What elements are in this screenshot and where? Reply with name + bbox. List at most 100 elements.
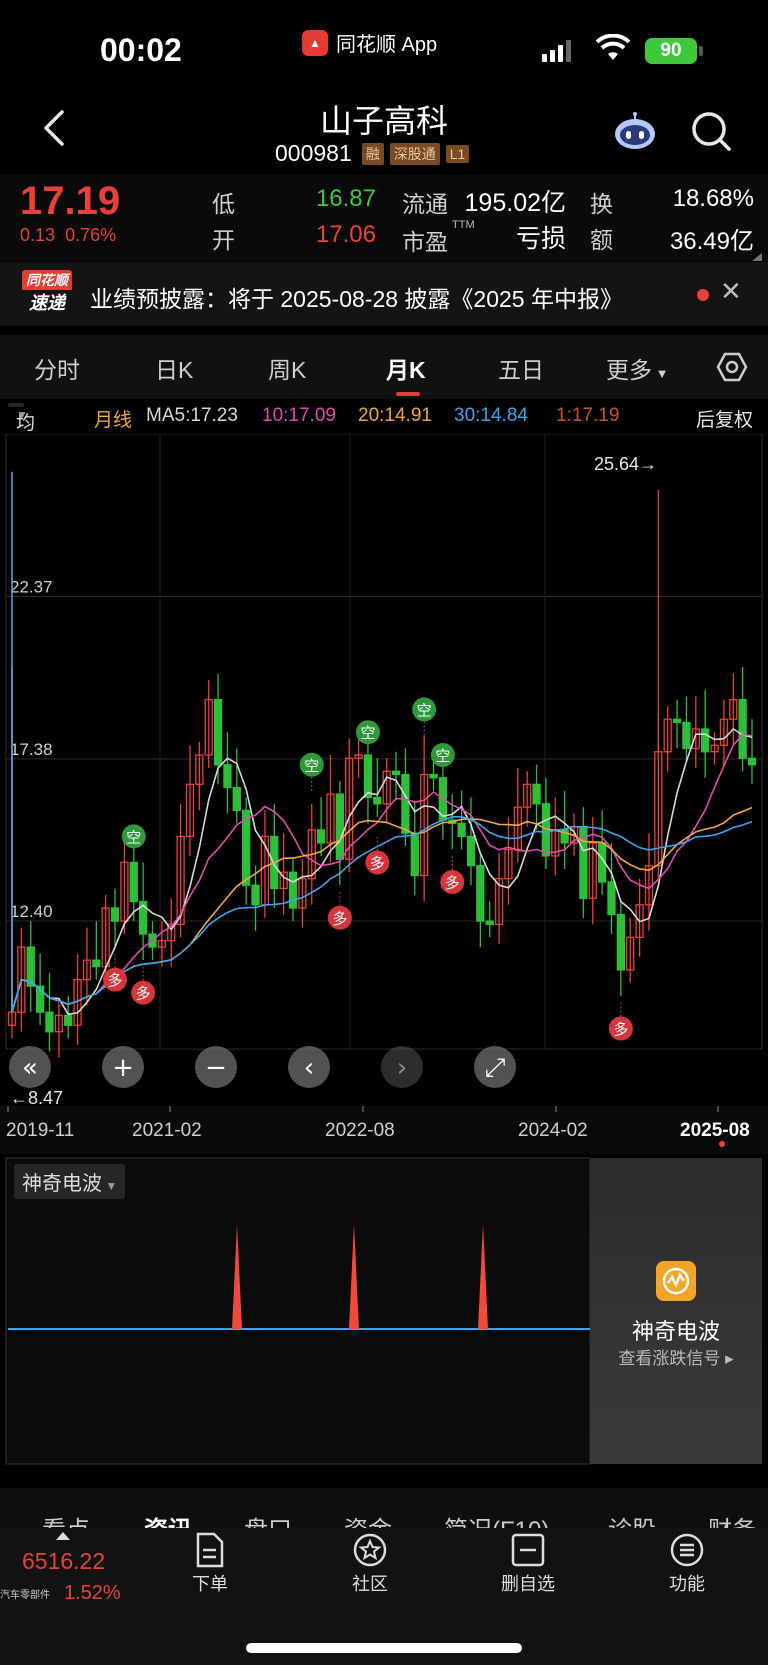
low-label: 低 — [212, 191, 235, 217]
candle-body — [738, 699, 747, 759]
indicator-selector[interactable]: 神奇电波 ▼ — [14, 1164, 126, 1199]
community-label: 社区 — [352, 1574, 388, 1594]
adjust-mode[interactable]: 后复权 — [696, 405, 753, 432]
y-tick-label: 12.40 — [10, 902, 53, 921]
float-label: 流通 — [402, 191, 448, 217]
candle-body — [391, 770, 401, 776]
candle-body — [363, 754, 373, 798]
tab-funds[interactable]: 资金 — [344, 1510, 392, 1528]
tab-f10[interactable]: 简况(F10) — [444, 1510, 549, 1528]
promo-subtitle[interactable]: 查看涨跌信号 ▸ — [590, 1344, 762, 1369]
control-glyph: ‹ — [304, 1053, 314, 1083]
tab-news[interactable]: 资讯 — [144, 1510, 192, 1528]
candle-body — [616, 913, 626, 971]
collapse-left-button[interactable]: « — [9, 1046, 51, 1088]
signal-label: 空 — [360, 724, 375, 742]
x-tick-label: 2021-02 — [132, 1120, 202, 1141]
x-tick-label: 2022-08 — [325, 1120, 395, 1141]
candle-body — [672, 718, 682, 724]
x-tick-label: 2024-02 — [518, 1120, 588, 1141]
news-badge: 同花顺 速递 — [22, 270, 72, 316]
candle-body — [747, 757, 757, 766]
remove-watchlist-button[interactable]: 删自选 — [488, 1532, 568, 1596]
candle-body — [485, 920, 494, 925]
tab-highlights[interactable]: 看点 — [42, 1510, 90, 1528]
stock-header: 山子高科 000981 融 深股通 L1 — [0, 90, 768, 175]
status-time: 00:02 — [100, 32, 182, 68]
signal-label: 多 — [108, 972, 123, 990]
change-value: 0.13 — [20, 225, 56, 245]
candle-body — [401, 773, 410, 834]
control-glyph: « — [22, 1053, 38, 1083]
candle-body — [682, 721, 691, 750]
period-tabs: 分时 日K 周K 月K 五日 更多 ▼ — [0, 335, 768, 399]
signal-label: 空 — [435, 747, 450, 765]
tab-more-label: 更多 — [606, 357, 652, 383]
control-glyph: − — [205, 1053, 227, 1083]
tag-l1[interactable]: L1 — [445, 144, 470, 163]
control-glyph: › — [397, 1053, 407, 1083]
indicator-selector-label: 神奇电波 — [22, 1173, 102, 1195]
candle-body — [373, 796, 382, 805]
news-badge-bottom: 速递 — [29, 293, 65, 313]
menu-circle-icon — [670, 1533, 704, 1567]
settings-hexagon-icon[interactable] — [716, 351, 748, 383]
turnover-label: 换 — [590, 191, 613, 217]
chevron-down-icon: ▼ — [652, 366, 669, 381]
community-button[interactable]: 社区 — [330, 1532, 410, 1596]
zoom-in-button[interactable]: + — [102, 1046, 144, 1088]
tab-five-day[interactable]: 五日 — [498, 351, 544, 385]
tab-daily-k[interactable]: 日K — [155, 351, 193, 385]
tag-margin[interactable]: 融 — [361, 142, 384, 165]
ma-selector[interactable]: 均线 ▼ — [8, 403, 35, 461]
tab-more[interactable]: 更多 ▼ — [606, 351, 668, 385]
ma30-value: 30:14.84 — [454, 405, 528, 426]
candle-body — [223, 764, 232, 789]
tab-monthly-k[interactable]: 月K — [386, 351, 426, 385]
zoom-out-button[interactable]: − — [195, 1046, 237, 1088]
ai-assistant-icon[interactable] — [612, 112, 658, 152]
search-icon[interactable] — [690, 110, 732, 152]
function-label: 功能 — [669, 1574, 705, 1594]
tab-orderbook[interactable]: 盘口 — [244, 1510, 292, 1528]
tag-shenzhen-connect[interactable]: 深股通 — [389, 142, 440, 165]
news-banner[interactable]: 同花顺 速递 业绩预披露：将于 2025-08-28 披露《2025 年中报》 … — [0, 262, 768, 326]
ma-legend: 均线 ▼ 月线 MA5:17.23 10:17.09 20:14.91 30:1… — [0, 400, 768, 461]
pe-label: 市盈 — [402, 229, 448, 255]
signal-label: 多 — [370, 854, 385, 872]
ma1-value: 1:17.19 — [556, 405, 620, 426]
candle-body — [129, 861, 138, 903]
indicator-promo[interactable]: 神奇电波 查看涨跌信号 ▸ — [590, 1158, 762, 1464]
candle-body — [701, 728, 710, 753]
scroll-left-button[interactable]: ‹ — [288, 1046, 330, 1088]
news-text[interactable]: 业绩预披露：将于 2025-08-28 披露《2025 年中报》 — [90, 280, 623, 314]
chevron-down-icon: ▼ — [16, 408, 28, 422]
battery-level: 90 — [660, 40, 682, 61]
candle-body — [242, 809, 251, 886]
ma20-value: 20:14.91 — [358, 405, 432, 426]
candle-body — [26, 946, 35, 987]
tab-weekly-k[interactable]: 周K — [268, 351, 306, 385]
fullscreen-button[interactable]: ⤢ — [474, 1046, 516, 1088]
unread-dot-icon — [697, 289, 709, 301]
wifi-icon — [596, 34, 630, 60]
index-expand-icon[interactable] — [56, 1532, 70, 1540]
active-tab-indicator — [396, 392, 420, 396]
remove-watchlist-label: 删自选 — [501, 1574, 555, 1594]
order-button[interactable]: 下单 — [170, 1532, 250, 1596]
expand-corner-icon[interactable] — [752, 253, 762, 261]
sector-index-value[interactable]: 6516.22 — [22, 1548, 105, 1575]
scroll-right-button[interactable]: › — [381, 1046, 423, 1088]
tab-diagnose[interactable]: 诊股 — [608, 1510, 656, 1528]
function-button[interactable]: 功能 — [647, 1532, 727, 1596]
quote-panel[interactable]: 17.19 0.13 0.76% 低 16.87 开 17.06 流通 195.… — [0, 175, 768, 261]
close-icon[interactable]: ✕ — [720, 276, 742, 307]
change-percent: 0.76% — [65, 225, 117, 245]
candle-body — [110, 907, 120, 922]
tab-intraday[interactable]: 分时 — [34, 351, 80, 385]
open-value: 17.06 — [315, 221, 376, 248]
kline-chart[interactable]: 27.3622.3717.3812.40 空多多空多空多空空多多 25.64→ … — [0, 434, 768, 1154]
candle-body — [429, 773, 438, 779]
candle-body — [92, 959, 101, 968]
tab-finance[interactable]: 财务 — [708, 1510, 756, 1528]
